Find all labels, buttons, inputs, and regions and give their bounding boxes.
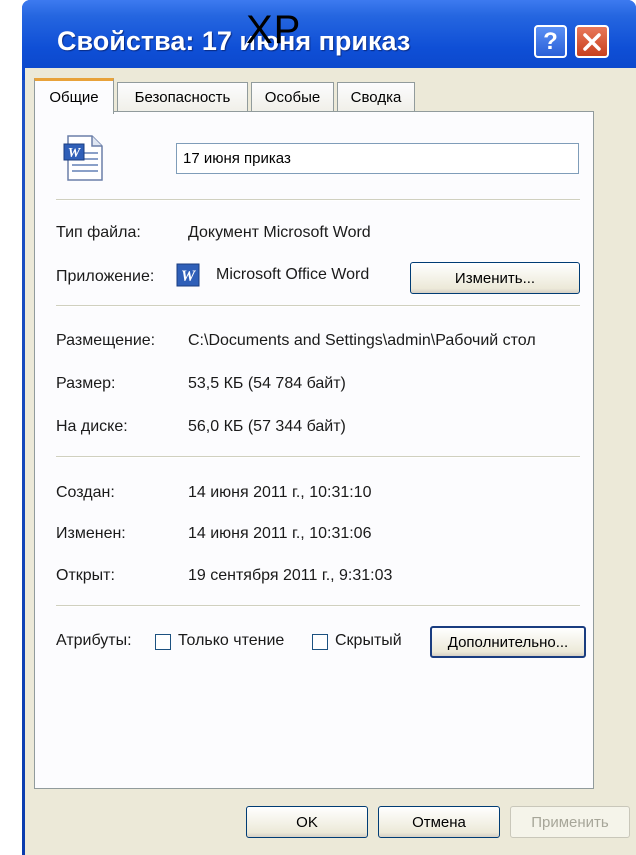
tab-security[interactable]: Безопасность <box>117 82 248 112</box>
file-type-label: Тип файла: <box>56 224 141 241</box>
cancel-button[interactable]: Отмена <box>378 806 500 838</box>
file-name-field[interactable] <box>176 143 579 174</box>
change-button[interactable]: Изменить... <box>410 262 580 294</box>
tab-security-label: Безопасность <box>134 89 231 106</box>
readonly-checkbox[interactable] <box>155 634 171 650</box>
advanced-button[interactable]: Дополнительно... <box>430 626 586 658</box>
separator <box>56 305 580 307</box>
created-label: Создан: <box>56 484 115 501</box>
word-app-icon: W <box>176 263 200 287</box>
application-label: Приложение: <box>56 268 155 285</box>
tab-custom[interactable]: Особые <box>251 82 334 112</box>
file-type-value: Документ Microsoft Word <box>188 224 371 241</box>
application-value: Microsoft Office Word <box>216 266 370 283</box>
close-button[interactable] <box>575 25 609 58</box>
overlay-text: XP <box>246 8 302 52</box>
hidden-checkbox[interactable] <box>312 634 328 650</box>
word-document-icon: W <box>63 135 103 181</box>
tab-general[interactable]: Общие <box>34 78 114 114</box>
general-tab-panel <box>34 111 594 789</box>
separator <box>56 199 580 201</box>
location-label: Размещение: <box>56 332 156 349</box>
created-value: 14 июня 2011 г., 10:31:10 <box>188 484 372 501</box>
tab-summary[interactable]: Сводка <box>337 82 415 112</box>
modified-label: Изменен: <box>56 525 126 542</box>
tab-custom-label: Особые <box>264 89 321 106</box>
svg-text:W: W <box>68 146 82 161</box>
hidden-checkbox-label[interactable]: Скрытый <box>335 632 402 650</box>
location-value: C:\Documents and Settings\admin\Рабочий … <box>188 332 536 349</box>
attributes-label: Атрибуты: <box>56 632 132 649</box>
svg-text:W: W <box>181 268 197 285</box>
separator <box>56 456 580 458</box>
separator <box>56 605 580 607</box>
tab-summary-label: Сводка <box>350 89 402 106</box>
modified-value: 14 июня 2011 г., 10:31:06 <box>188 525 372 542</box>
size-on-disk-label: На диске: <box>56 418 128 435</box>
window-title: Свойства: 17 июня приказ <box>57 26 411 56</box>
size-on-disk-value: 56,0 КБ (57 344 байт) <box>188 418 346 435</box>
ok-button[interactable]: OK <box>246 806 368 838</box>
apply-button[interactable]: Применить <box>510 806 630 838</box>
readonly-checkbox-label[interactable]: Только чтение <box>178 632 284 650</box>
tab-general-label: Общие <box>49 89 99 106</box>
size-value: 53,5 КБ (54 784 байт) <box>188 375 346 392</box>
close-icon <box>583 32 601 51</box>
size-label: Размер: <box>56 375 116 392</box>
accessed-label: Открыт: <box>56 567 115 584</box>
accessed-value: 19 сентября 2011 г., 9:31:03 <box>188 567 393 584</box>
help-button[interactable]: ? <box>534 25 567 58</box>
help-icon: ? <box>543 27 558 55</box>
